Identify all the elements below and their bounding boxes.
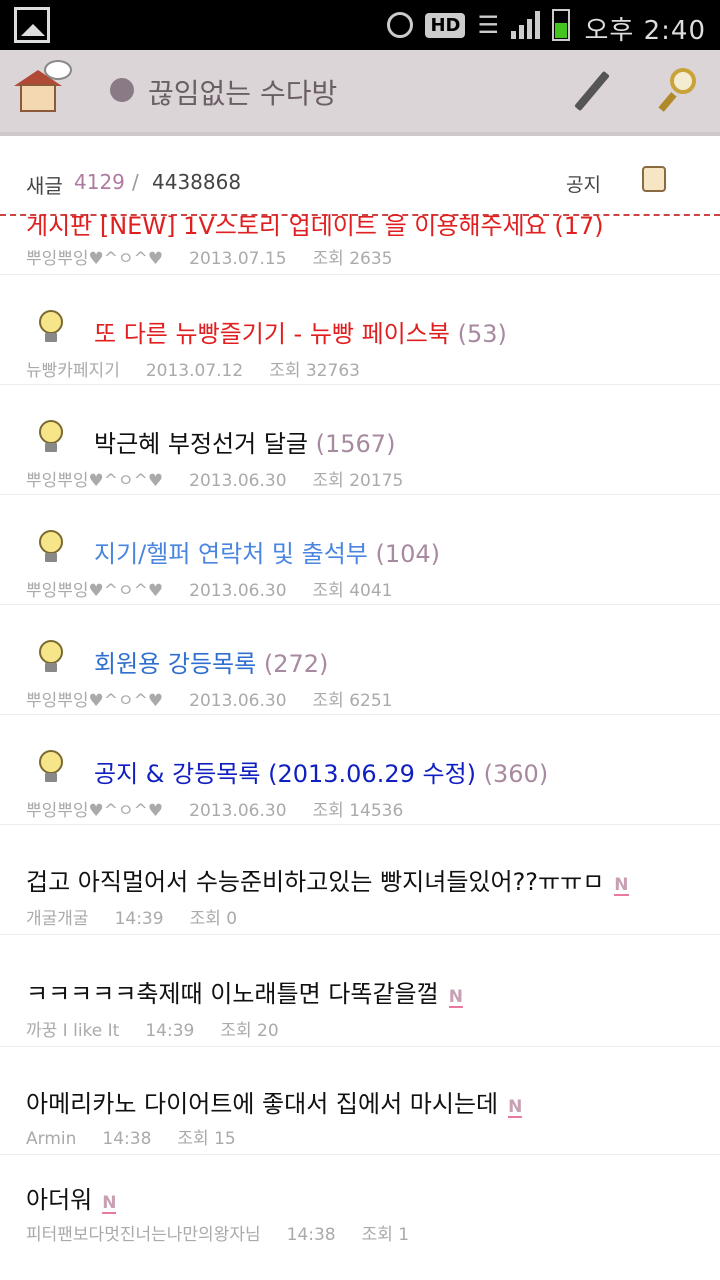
list-item[interactable]: ㅋㅋㅋㅋㅋ축제때 이노래틀면 다똑같을껄 N 까꿍 I like It 14:39 조… [0,934,720,1047]
list-item[interactable]: 겁고 아직멀어서 수능준비하고있는 빵지녀들있어??ㅠㅠㅁ N 개굴개굴 14:39… [0,824,720,935]
post-title: 게시판 [NEW] 1V스토리 업데이트 을 이용해주세요 (17) [26,212,604,240]
new-badge: N [508,1097,523,1118]
board-title: 끊임없는 수다방 [148,77,338,110]
post-author: 뿌잉뿌잉♥^ㅇ^♥ [26,691,164,711]
wifi-icon: ☰ [477,11,499,39]
post-views: 조회 1 [361,1225,410,1245]
post-meta: 뿌잉뿌잉♥^ㅇ^♥ 2013.06.30 조회 20175 [26,466,429,491]
post-date: 14:39 [114,909,164,929]
list-item[interactable]: 게시판 [NEW] 1V스토리 업데이트 을 이용해주세요 (17) 뿌잉뿌잉♥… [0,212,720,275]
post-date: 2013.07.15 [189,249,287,269]
search-icon [670,68,696,94]
post-title: 회원용 강등목록 (272) [94,650,329,678]
new-badge: N [614,875,629,896]
hd-icon: HD [425,12,466,38]
lightbulb-icon [36,310,66,344]
post-views: 조회 4041 [312,581,393,601]
gallery-notification-icon [14,7,50,43]
lightbulb-icon [36,640,66,674]
new-posts-count: 4129 [74,170,125,194]
post-date: 2013.06.30 [189,801,287,821]
battery-icon [552,9,570,41]
post-title: 공지 & 강등목록 (2013.06.29 수정) (360) [94,760,549,788]
post-meta: 뿌잉뿌잉♥^ㅇ^♥ 2013.07.15 조회 2635 [26,244,418,269]
post-date: 2013.06.30 [189,581,287,601]
pencil-icon [574,70,610,112]
post-date: 2013.06.30 [189,691,287,711]
post-title: 또 다른 뉴빵즐기기 - 뉴빵 페이스북 (53) [94,320,507,348]
count-separator: / [132,170,139,194]
post-views: 조회 15 [177,1129,236,1149]
post-title: 박근혜 부정선거 달글 (1567) [94,430,396,458]
post-meta: 피터팬보다멋진너는나만의왕자님 14:38 조회 1 [26,1220,435,1245]
post-author: 개굴개굴 [26,909,89,929]
post-views: 조회 20 [220,1021,279,1041]
post-date: 14:38 [102,1129,152,1149]
app-header: 끊임없는 수다방 [0,50,720,136]
alarm-icon [387,12,414,38]
post-counts-bar: 새글 4129 / 4438868 공지 [0,136,720,214]
post-title: 겁고 아직멀어서 수능준비하고있는 빵지녀들있어??ㅠㅠㅁ N [26,868,629,896]
post-meta: 뿌잉뿌잉♥^ㅇ^♥ 2013.06.30 조회 6251 [26,686,418,711]
search-handle [658,92,677,112]
post-title: 아더워 N [26,1186,117,1214]
write-button[interactable] [568,68,612,112]
post-views: 조회 32763 [269,361,360,381]
list-item[interactable]: 공지 & 강등목록 (2013.06.29 수정) (360) 뿌잉뿌잉♥^ㅇ^… [0,714,720,825]
post-meta: 뿌잉뿌잉♥^ㅇ^♥ 2013.06.30 조회 14536 [26,796,429,821]
signal-icon [511,11,540,39]
total-posts-count: 4438868 [152,170,242,194]
post-date: 14:39 [145,1021,195,1041]
post-meta: Armin 14:38 조회 15 [26,1124,262,1149]
status-icons: HD ☰ [387,8,570,42]
lightbulb-icon [36,420,66,454]
post-meta: 뿌잉뿌잉♥^ㅇ^♥ 2013.06.30 조회 4041 [26,576,418,601]
board-dot-icon [110,78,134,102]
post-views: 조회 14536 [312,801,404,821]
home-icon [20,84,56,112]
list-item[interactable]: 박근혜 부정선거 달글 (1567) 뿌잉뿌잉♥^ㅇ^♥ 2013.06.30 조회… [0,384,720,495]
post-author: 뿌잉뿌잉♥^ㅇ^♥ [26,471,164,491]
post-date: 2013.06.30 [189,471,287,491]
notice-toggle[interactable]: 공지 [566,170,601,197]
post-date: 14:38 [286,1225,336,1245]
post-title: 아메리카노 다이어트에 좋대서 집에서 마시는데 N [26,1090,523,1118]
list-item[interactable]: 아메리카노 다이어트에 좋대서 집에서 마시는데 N Armin 14:38 조회 1… [0,1046,720,1155]
post-meta: 개굴개굴 14:39 조회 0 [26,904,263,929]
status-time: 오후 2:40 [584,16,706,46]
post-author: 뉴빵카페지기 [26,361,120,381]
post-date: 2013.07.12 [145,361,244,381]
post-author: 피터팬보다멋진너는나만의왕자님 [26,1225,261,1245]
post-author: 뿌잉뿌잉♥^ㅇ^♥ [26,581,164,601]
new-badge: N [448,987,463,1008]
lightbulb-icon [36,750,66,784]
search-button[interactable] [658,66,704,114]
post-title: 지기/헬퍼 연락처 및 출석부 (104) [94,540,441,568]
list-item[interactable]: 지기/헬퍼 연락처 및 출석부 (104) 뿌잉뿌잉♥^ㅇ^♥ 2013.06.3… [0,494,720,605]
home-button[interactable] [14,60,78,120]
post-views: 조회 0 [189,909,238,929]
list-item[interactable]: 회원용 강등목록 (272) 뿌잉뿌잉♥^ㅇ^♥ 2013.06.30 조회 625… [0,604,720,715]
new-badge: N [102,1193,117,1214]
post-meta: 뉴빵카페지기 2013.07.12 조회 32763 [26,356,386,381]
post-author: Armin [26,1129,77,1149]
post-title: ㅋㅋㅋㅋㅋ축제때 이노래틀면 다똑같을껄 N [26,980,463,1008]
post-author: 까꿍 I like It [26,1021,120,1041]
list-item[interactable]: 아더워 N 피터팬보다멋진너는나만의왕자님 14:38 조회 1 [0,1154,720,1280]
post-author: 뿌잉뿌잉♥^ㅇ^♥ [26,249,164,269]
thumbs-up-icon[interactable] [642,166,666,192]
new-posts-label: 새글 [26,174,63,198]
lightbulb-icon [36,530,66,564]
post-views: 조회 20175 [312,471,404,491]
speech-bubble-icon [44,60,72,80]
list-item[interactable]: 또 다른 뉴빵즐기기 - 뉴빵 페이스북 (53) 뉴빵카페지기 2013.07.… [0,274,720,385]
post-author: 뿌잉뿌잉♥^ㅇ^♥ [26,801,164,821]
post-views: 조회 2635 [312,249,393,269]
post-views: 조회 6251 [312,691,393,711]
status-bar: HD ☰ 오후 2:40 [0,0,720,50]
post-meta: 까꿍 I like It 14:39 조회 20 [26,1016,305,1041]
